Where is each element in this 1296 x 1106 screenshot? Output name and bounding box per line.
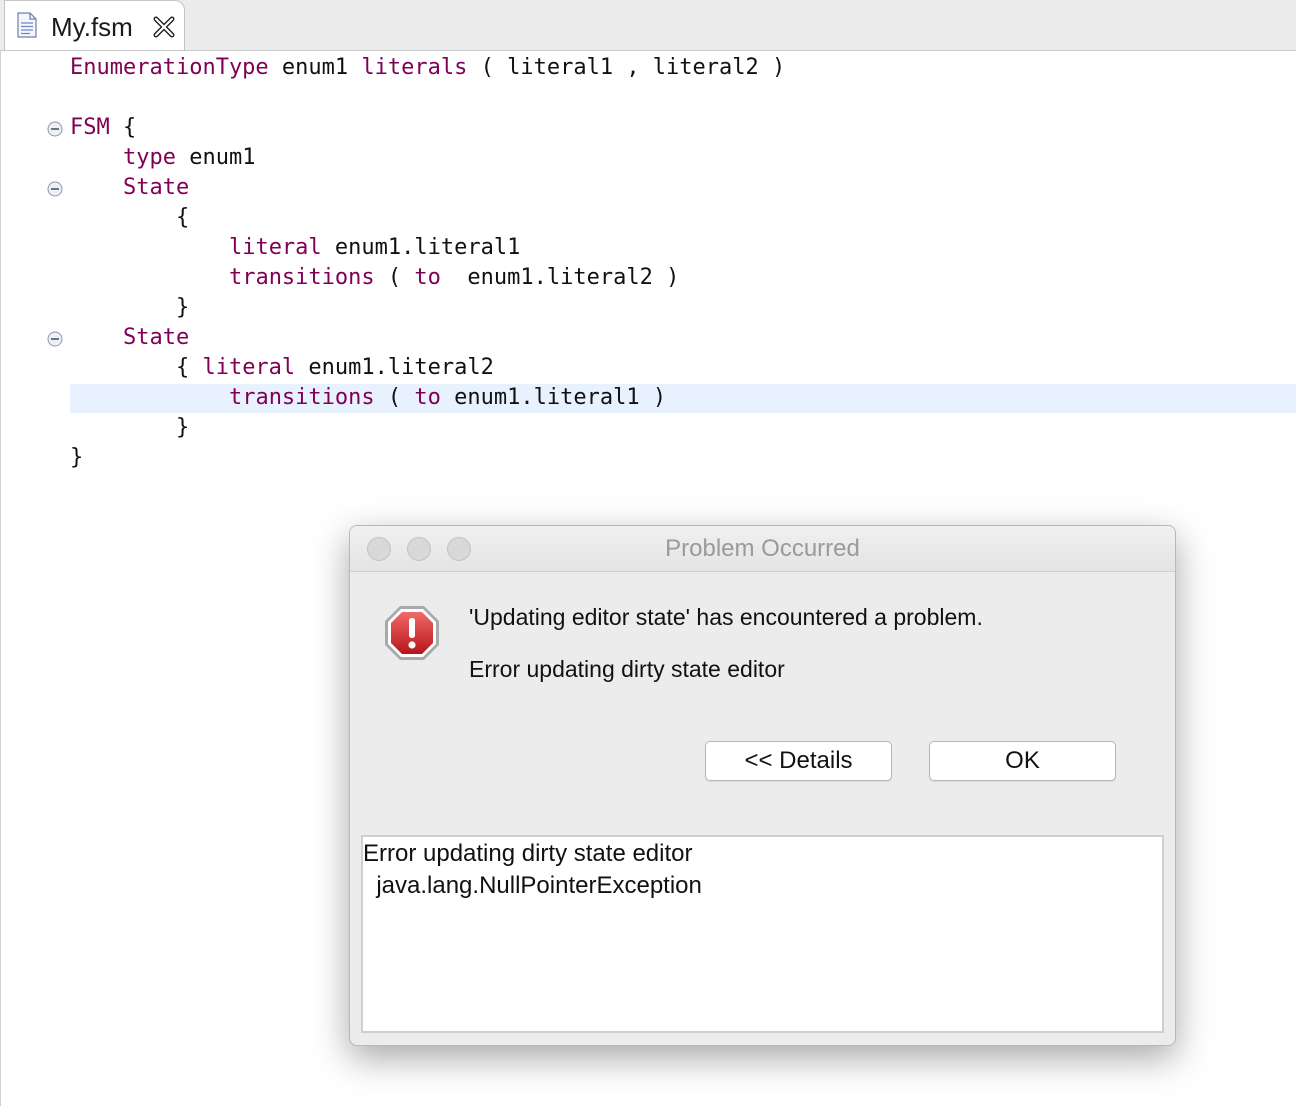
keyword: State <box>122 325 190 350</box>
code-text: { <box>109 115 137 140</box>
fold-collapse-icon[interactable] <box>47 331 63 347</box>
dialog-message: 'Updating editor state' has encountered … <box>469 604 983 630</box>
editor-left-border <box>0 51 1 1106</box>
code-line: } <box>70 413 189 443</box>
keyword: EnumerationType <box>70 55 269 80</box>
code-text: enum1 <box>268 55 362 80</box>
error-stop-icon <box>385 606 439 660</box>
keyword: to <box>414 265 441 290</box>
keyword: literal <box>228 235 322 260</box>
code-line: } <box>70 443 83 473</box>
code-line: { literal enum1.literal2 <box>70 353 494 383</box>
code-text: enum1 <box>175 145 256 170</box>
code-indent: { <box>70 355 203 380</box>
keyword: literals <box>361 55 468 80</box>
code-text: ( <box>374 265 415 290</box>
code-text: } <box>70 415 190 440</box>
keyword: transitions <box>228 385 375 410</box>
tab-label: My.fsm <box>51 12 133 42</box>
code-line: type enum1 <box>70 143 255 173</box>
code-text: ( <box>374 385 415 410</box>
code-line-current: transitions ( to enum1.literal1 ) <box>70 383 666 413</box>
code-line: State <box>70 173 189 203</box>
keyword: transitions <box>228 265 375 290</box>
code-line: State <box>70 323 189 353</box>
code-line: { <box>70 203 189 233</box>
problem-dialog: Problem Occurred 'Updating editor state'… <box>349 525 1176 1046</box>
editor-tab-bar: My.fsm <box>0 0 1296 51</box>
close-icon[interactable] <box>153 16 175 38</box>
code-text: { <box>70 205 190 230</box>
file-text-icon <box>17 12 37 38</box>
code-line: literal enum1.literal1 <box>70 233 520 263</box>
fold-collapse-icon[interactable] <box>47 121 63 137</box>
ok-button[interactable]: OK <box>929 741 1116 781</box>
keyword: State <box>122 175 190 200</box>
keyword: to <box>414 385 441 410</box>
keyword: literal <box>202 355 296 380</box>
code-text: } <box>70 445 84 470</box>
details-button[interactable]: << Details <box>705 741 892 781</box>
details-text-area[interactable]: Error updating dirty state editor java.l… <box>361 835 1164 1033</box>
code-line: transitions ( to enum1.literal2 ) <box>70 263 679 293</box>
details-line: java.lang.NullPointerException <box>363 872 702 899</box>
tab-my-fsm[interactable]: My.fsm <box>4 0 185 50</box>
dialog-title: Problem Occurred <box>665 535 860 562</box>
dialog-detail-message: Error updating dirty state editor <box>469 656 785 682</box>
dialog-titlebar[interactable]: Problem Occurred <box>350 526 1175 572</box>
details-line: Error updating dirty state editor <box>363 840 693 867</box>
code-line: EnumerationType enum1 literals ( literal… <box>70 53 785 83</box>
code-text: enum1.literal1 ) <box>440 385 667 410</box>
fold-collapse-icon[interactable] <box>47 181 63 197</box>
code-text: enum1.literal2 <box>295 355 494 380</box>
code-text: enum1.literal2 ) <box>440 265 680 290</box>
keyword: type <box>122 145 176 170</box>
code-line: } <box>70 293 189 323</box>
code-text: ( literal1 , literal2 ) <box>467 55 786 80</box>
code-line: FSM { <box>70 113 136 143</box>
keyword: FSM <box>70 115 110 140</box>
code-text: } <box>70 295 190 320</box>
code-text: enum1.literal1 <box>321 235 521 260</box>
